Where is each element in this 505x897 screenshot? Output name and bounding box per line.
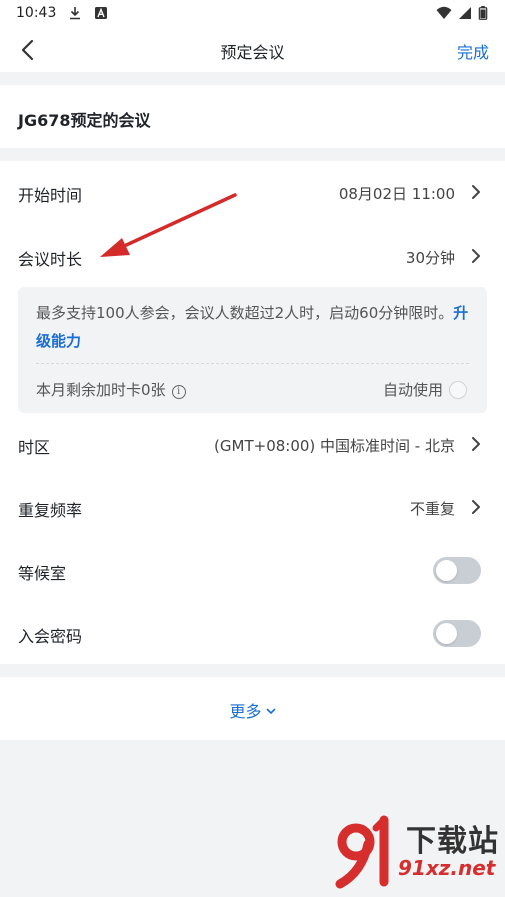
logo-mark-icon — [335, 815, 389, 889]
info-divider — [36, 363, 469, 364]
waiting-room-row: 等候室 — [0, 539, 505, 601]
info-icon[interactable]: i — [171, 385, 186, 399]
waiting-room-label: 等候室 — [18, 564, 67, 583]
meeting-name-input[interactable]: JG678预定的会议 — [18, 107, 151, 131]
timezone-label: 时区 — [18, 438, 51, 457]
duration-row[interactable]: 会议时长 30分钟 — [0, 225, 505, 287]
download-icon — [70, 7, 80, 20]
chevron-right-icon — [472, 185, 480, 199]
auto-use-radio[interactable] — [449, 381, 467, 399]
toggle-knob — [436, 623, 457, 644]
chevron-right-icon — [472, 437, 480, 451]
done-button[interactable]: 完成 — [457, 39, 489, 63]
start-time-value: 08月02日 11:00 — [338, 185, 455, 203]
password-label: 入会密码 — [18, 627, 83, 646]
timezone-row[interactable]: 时区 (GMT+08:00) 中国标准时间 - 北京 — [0, 413, 505, 475]
info-limit-text: 最多支持100人参会，会议人数超过2人时，启动60分钟限时。 — [36, 304, 454, 322]
remaining-cards: 本月剩余加时卡0张 i — [36, 379, 186, 400]
chevron-right-icon — [472, 500, 480, 514]
chevron-down-icon — [266, 708, 275, 715]
watermark-url: 91xz.net — [398, 856, 496, 880]
start-time-row[interactable]: 开始时间 08月02日 11:00 — [0, 161, 505, 223]
a-icon — [95, 7, 107, 19]
watermark-brand: 下载站 — [406, 824, 499, 859]
status-time: 10:43 — [16, 5, 57, 21]
more-label: 更多 — [229, 702, 262, 721]
start-time-label: 开始时间 — [18, 186, 83, 205]
meeting-settings-card: 开始时间 08月02日 11:00 会议时长 30分钟 最多支持100人参会，会… — [0, 161, 505, 664]
wifi-icon — [436, 6, 452, 19]
timezone-value: (GMT+08:00) 中国标准时间 - 北京 — [214, 437, 455, 455]
watermark-logo: 下载站 91xz.net — [332, 812, 502, 892]
more-button[interactable]: 更多 — [0, 698, 505, 722]
repeat-row[interactable]: 重复频率 不重复 — [0, 476, 505, 538]
duration-info-text: 最多支持100人参会，会议人数超过2人时，启动60分钟限时。升级能力 — [36, 299, 476, 355]
waiting-room-toggle[interactable] — [433, 557, 481, 584]
toggle-knob — [436, 560, 457, 581]
repeat-label: 重复频率 — [18, 501, 83, 520]
chevron-right-icon — [472, 249, 480, 263]
password-toggle[interactable] — [433, 620, 481, 647]
password-row: 入会密码 — [0, 602, 505, 664]
meeting-title-card: JG678预定的会议 — [0, 85, 505, 148]
auto-use-label: 自动使用 — [382, 381, 443, 399]
nav-bar: 预定会议 完成 — [0, 28, 505, 72]
duration-info-box: 最多支持100人参会，会议人数超过2人时，启动60分钟限时。升级能力 本月剩余加… — [18, 287, 487, 413]
duration-label: 会议时长 — [18, 250, 83, 269]
more-card: 更多 — [0, 677, 505, 740]
signal-icon — [459, 7, 471, 19]
duration-value: 30分钟 — [405, 249, 455, 267]
page-title: 预定会议 — [220, 43, 285, 62]
remaining-cards-text: 本月剩余加时卡0张 — [36, 381, 166, 399]
status-bar: 10:43 — [0, 0, 505, 28]
repeat-value: 不重复 — [409, 500, 455, 518]
battery-icon — [478, 6, 488, 20]
